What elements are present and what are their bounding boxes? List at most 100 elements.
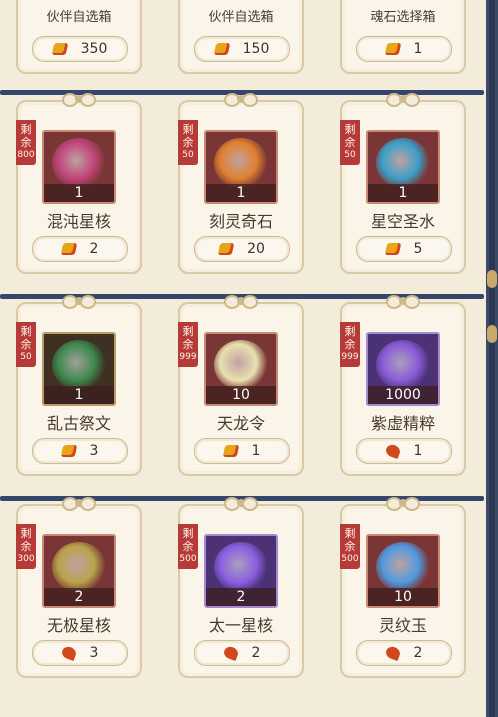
item-artwork (52, 138, 106, 188)
ribbon-bow-icon (62, 495, 96, 513)
scrollbar-thumb[interactable] (487, 270, 497, 288)
price-button[interactable]: 150 (194, 36, 290, 62)
stock-label: 剩余 (344, 325, 356, 351)
item-icon[interactable]: 1000 (366, 332, 440, 406)
item-name: 伙伴自选箱 (46, 10, 112, 25)
stock-count: 50 (344, 150, 356, 160)
price-value: 3 (89, 645, 99, 661)
price-button[interactable]: 2 (356, 640, 452, 666)
shop-item-card[interactable]: 剩余 500 2 太一星核 2 (178, 497, 304, 678)
price-button[interactable]: 3 (32, 438, 128, 464)
item-quantity: 1 (368, 184, 438, 202)
item-artwork (376, 138, 430, 188)
shop-item-card[interactable]: 剩余 300 2 无极星核 3 (16, 497, 142, 678)
shop-item-card[interactable]: 剩余 50 1 星空圣水 5 (340, 93, 466, 274)
price-button[interactable]: 20 (194, 236, 290, 262)
gold-coin-icon (51, 43, 68, 55)
scrollbar-track (489, 0, 495, 717)
stock-count: 500 (341, 554, 359, 564)
item-artwork (214, 138, 268, 188)
price-button[interactable]: 1 (356, 438, 452, 464)
item-name: 混沌星核 (46, 212, 111, 231)
shop-item-card[interactable]: 剩余 50 1 刻灵奇石 20 (178, 93, 304, 274)
price-button[interactable]: 2 (194, 640, 290, 666)
gold-coin-icon (213, 43, 230, 55)
price-button[interactable]: 3 (32, 640, 128, 666)
stock-label: 剩余 (20, 527, 32, 553)
item-quantity: 1 (206, 184, 276, 202)
ribbon-bow-icon (386, 495, 420, 513)
price-value: 1 (251, 443, 261, 459)
shop-item-card[interactable]: 剩余 50 1 乱古祭文 3 (16, 295, 142, 476)
item-icon[interactable]: 10 (366, 534, 440, 608)
gold-coin-icon (384, 43, 401, 55)
item-name: 无极星核 (46, 616, 111, 635)
gold-coin-icon (384, 243, 401, 255)
shop-item-card[interactable]: 剩余 800 1 混沌星核 2 (16, 93, 142, 274)
stock-badge: 剩余 50 (340, 120, 360, 165)
item-name: 天龙令 (216, 414, 265, 433)
stock-label: 剩余 (20, 123, 32, 149)
shop-item-card[interactable]: 伙伴自选箱 350 (16, 0, 142, 74)
stock-count: 300 (17, 554, 35, 564)
item-quantity: 10 (206, 386, 276, 404)
item-icon[interactable]: 2 (204, 534, 278, 608)
shop-item-card[interactable]: 剩余 999 10 天龙令 1 (178, 295, 304, 476)
stock-count: 50 (20, 352, 32, 362)
stock-badge: 剩余 500 (340, 524, 360, 569)
item-name: 乱古祭文 (46, 414, 111, 433)
shop-item-card[interactable]: 剩余 500 10 灵纹玉 2 (340, 497, 466, 678)
item-icon[interactable]: 10 (204, 332, 278, 406)
scrollbar-thumb[interactable] (487, 325, 497, 343)
item-icon[interactable]: 1 (204, 130, 278, 204)
ribbon-bow-icon (62, 91, 96, 109)
item-artwork (52, 542, 106, 592)
item-artwork (376, 542, 430, 592)
item-quantity: 1000 (368, 386, 438, 404)
red-leaf-icon (383, 442, 402, 460)
item-quantity: 1 (44, 184, 114, 202)
item-icon[interactable]: 2 (42, 534, 116, 608)
item-name: 魂石选择箱 (370, 10, 436, 25)
stock-badge: 剩余 800 (16, 120, 36, 165)
ribbon-bow-icon (224, 495, 258, 513)
item-icon[interactable]: 1 (366, 130, 440, 204)
stock-badge: 剩余 50 (16, 322, 36, 367)
stock-count: 999 (179, 352, 197, 362)
shop-item-card[interactable]: 剩余 999 1000 紫虚精粹 1 (340, 295, 466, 476)
item-name: 刻灵奇石 (208, 212, 273, 231)
item-artwork (376, 340, 430, 390)
item-name: 伙伴自选箱 (208, 10, 274, 25)
stock-count: 50 (182, 150, 194, 160)
stock-label: 剩余 (182, 325, 194, 351)
stock-count: 999 (341, 352, 359, 362)
item-quantity: 2 (44, 588, 114, 606)
price-button[interactable]: 1 (194, 438, 290, 464)
red-leaf-icon (59, 644, 78, 662)
red-leaf-icon (383, 644, 402, 662)
price-button[interactable]: 2 (32, 236, 128, 262)
price-value: 2 (413, 645, 423, 661)
price-button[interactable]: 350 (32, 36, 128, 62)
shop-item-card[interactable]: 伙伴自选箱 150 (178, 0, 304, 74)
shop-item-card[interactable]: 魂石选择箱 1 (340, 0, 466, 74)
item-name: 星空圣水 (370, 212, 435, 231)
stock-label: 剩余 (344, 123, 356, 149)
ribbon-bow-icon (224, 91, 258, 109)
item-artwork (52, 340, 106, 390)
price-value: 150 (242, 41, 270, 57)
ribbon-bow-icon (386, 293, 420, 311)
gold-coin-icon (60, 243, 77, 255)
item-name: 太一星核 (208, 616, 273, 635)
item-icon[interactable]: 1 (42, 332, 116, 406)
scrollbar[interactable] (486, 0, 498, 717)
gold-coin-icon (60, 445, 77, 457)
item-icon[interactable]: 1 (42, 130, 116, 204)
price-value: 2 (251, 645, 261, 661)
item-artwork (214, 340, 268, 390)
ribbon-bow-icon (62, 293, 96, 311)
price-button[interactable]: 1 (356, 36, 452, 62)
price-button[interactable]: 5 (356, 236, 452, 262)
stock-badge: 剩余 300 (16, 524, 36, 569)
gold-coin-icon (222, 445, 239, 457)
